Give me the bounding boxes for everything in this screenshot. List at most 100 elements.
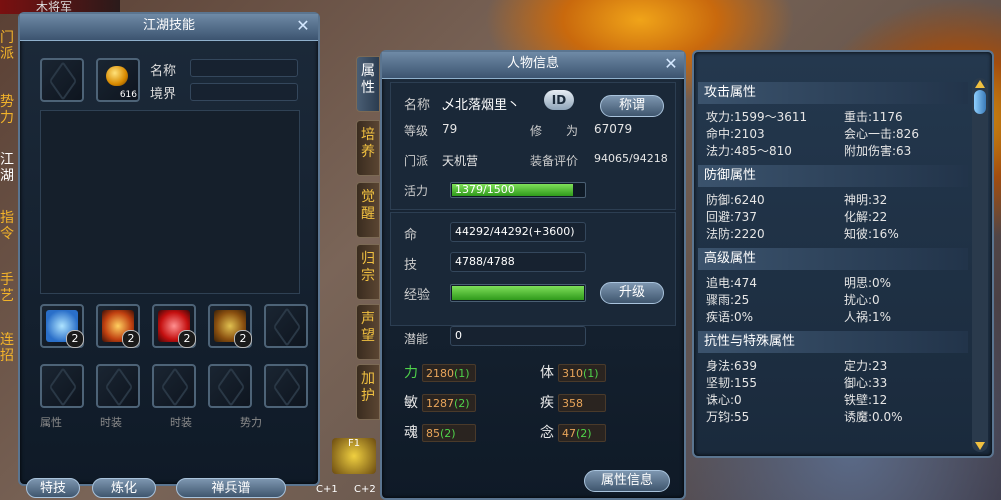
scroll-down-arrow-icon[interactable] [975, 442, 985, 450]
skill-slot-empty[interactable] [152, 364, 196, 408]
stat-right: 铁壁:12 [844, 393, 888, 407]
left-tab-force[interactable]: 势力 [0, 94, 14, 126]
stat-left: 攻力:1599～3611 [706, 110, 808, 124]
stat-left: 防御:6240 [706, 193, 765, 207]
equip-rating-value: 94065/94218 [594, 152, 668, 165]
attr-soul-name: 魂 [404, 425, 418, 441]
skill-name-field [190, 59, 298, 77]
skill-level-badge: 2 [122, 330, 140, 348]
checkbox-fashion-2[interactable]: 时装 [170, 414, 192, 430]
title-button[interactable]: 称谓 [600, 95, 664, 117]
character-panel: 人物信息 ✕ 名称 乄北落烟里丶 ID 称谓 等级 79 修 为 67079 门… [380, 50, 686, 500]
stat-right: 重击:1176 [844, 110, 903, 124]
scroll-up-arrow-icon[interactable] [975, 80, 985, 88]
left-tab-command[interactable]: 指令 [0, 210, 14, 242]
skill-description-area [40, 110, 300, 294]
character-panel-title: 人物信息 [382, 52, 684, 79]
stat-right: 化解:22 [844, 210, 888, 224]
left-tab-combo[interactable]: 连招 [0, 332, 14, 364]
cultivation-label: 修 为 [530, 124, 579, 138]
left-tab-sect[interactable]: 门派 [0, 30, 14, 62]
skill-slot-empty[interactable] [264, 364, 308, 408]
stat-right: 诱魔:0.0% [844, 410, 903, 424]
skill-slot-potion[interactable]: 2 [208, 304, 252, 348]
attr-constitution-value: 310(1) [558, 364, 606, 382]
sect-value: 天机营 [442, 154, 479, 168]
attr-soul-value: 85(2) [422, 424, 476, 442]
checkbox-attr[interactable]: 属性 [40, 414, 62, 430]
special-skill-button[interactable]: 特技 [26, 478, 80, 498]
skill-realm-label: 境界 [150, 87, 177, 102]
gold-item-count: 616 [119, 90, 137, 100]
skill-level-badge: 2 [234, 330, 252, 348]
tab-return[interactable]: 归宗 [356, 244, 380, 300]
level-label: 等级 [404, 124, 429, 138]
level-value: 79 [442, 122, 458, 136]
cultivation-value: 67079 [594, 122, 633, 136]
exp-label: 经验 [404, 288, 431, 303]
checkbox-fashion-1[interactable]: 时装 [100, 414, 122, 430]
stat-left: 骤雨:25 [706, 293, 750, 307]
skill-realm-field [190, 83, 298, 101]
life-label: 命 [404, 228, 418, 243]
stats-section-header: 攻击属性 [698, 82, 968, 104]
id-button[interactable]: ID [544, 90, 574, 110]
stat-right: 定力:23 [844, 359, 888, 373]
attr-speed-name: 疾 [540, 395, 554, 411]
stat-left: 回避:737 [706, 210, 757, 224]
stat-right: 知彼:16% [844, 227, 899, 241]
vitality-value: 1379/1500 [455, 183, 515, 196]
skill-icon-slot[interactable] [40, 58, 84, 102]
skill-points-value: 4788/4788 [450, 252, 586, 272]
equip-rating-label: 装备评价 [530, 154, 579, 168]
checkbox-force[interactable]: 势力 [240, 414, 262, 430]
refine-button[interactable]: 炼化 [92, 478, 156, 498]
stat-right: 人祸:1% [844, 310, 892, 324]
stat-left: 疾语:0% [706, 310, 754, 324]
close-icon[interactable]: ✕ [294, 17, 312, 35]
stats-section-header: 防御属性 [698, 165, 968, 187]
stat-right: 会心一击:826 [844, 127, 919, 141]
skill-slot-empty[interactable] [264, 304, 308, 348]
zen-weapon-button[interactable]: 禅兵谱 [176, 478, 286, 498]
tab-awaken[interactable]: 觉醒 [356, 182, 380, 238]
upgrade-button[interactable]: 升级 [600, 282, 664, 304]
skill-slot-ice[interactable]: 2 [40, 304, 84, 348]
skill-slot-blades[interactable]: 2 [152, 304, 196, 348]
skill-slot-empty[interactable] [40, 364, 84, 408]
attr-mind-value: 47(2) [558, 424, 606, 442]
stat-left: 诛心:0 [706, 393, 742, 407]
name-value: 乄北落烟里丶 [442, 98, 521, 113]
attr-agility-name: 敏 [404, 395, 418, 411]
skill-slot-empty[interactable] [96, 364, 140, 408]
gold-item-slot[interactable]: 616 [96, 58, 140, 102]
scroll-thumb[interactable] [974, 90, 986, 114]
stat-right: 扰心:0 [844, 293, 880, 307]
attr-mind-name: 念 [540, 425, 554, 441]
left-tab-column: 门派 势力 江湖 指令 手艺 连招 [0, 30, 16, 370]
attribute-info-button[interactable]: 属性信息 [584, 470, 670, 492]
hotkey-c2-label: C+2 [354, 484, 376, 495]
attr-constitution-name: 体 [540, 365, 554, 381]
stat-left: 坚韧:155 [706, 376, 757, 390]
tab-cultivate[interactable]: 培养 [356, 120, 380, 176]
left-tab-jianghu[interactable]: 江湖 [0, 152, 14, 184]
tab-attributes[interactable]: 属性 [356, 56, 380, 112]
gold-coin-icon [106, 66, 128, 86]
stats-panel: 攻击属性 攻力:1599～3611 重击:1176 命中:2103 会心一击:826 法力… [692, 50, 994, 458]
attr-strength-value: 2180(1) [422, 364, 476, 382]
skill-slot-empty[interactable] [208, 364, 252, 408]
stats-scroll-area: 攻击属性 攻力:1599～3611 重击:1176 命中:2103 会心一击:826 法力… [694, 78, 992, 456]
stat-right: 附加伤害:63 [844, 144, 912, 158]
tab-protect[interactable]: 加护 [356, 364, 380, 420]
stat-left: 身法:639 [706, 359, 757, 373]
hotkey-c1-label: C+1 [316, 484, 338, 495]
stats-scrollbar[interactable] [972, 78, 988, 452]
attr-strength-name: 力 [404, 365, 418, 381]
left-tab-craft[interactable]: 手艺 [0, 272, 14, 304]
tab-reputation[interactable]: 声望 [356, 304, 380, 360]
skill-slot-vortex[interactable]: 2 [96, 304, 140, 348]
hotkey-f1-label: F1 [348, 438, 361, 449]
close-icon[interactable]: ✕ [662, 55, 680, 73]
life-value: 44292/44292(+3600) [450, 222, 586, 242]
